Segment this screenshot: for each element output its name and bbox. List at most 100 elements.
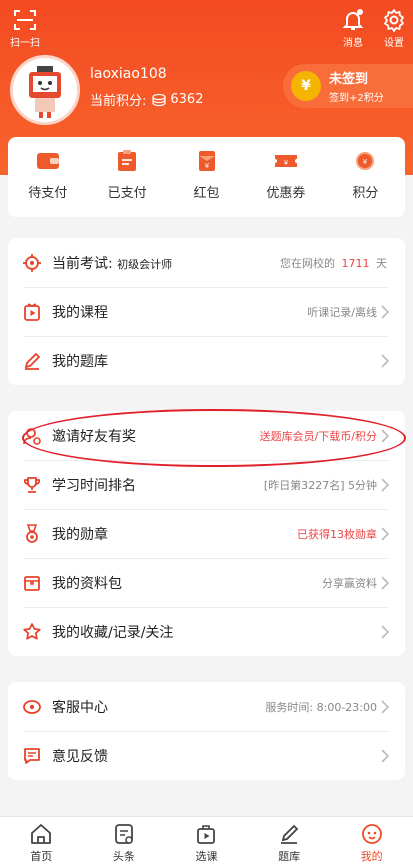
- tab-question-bank[interactable]: 题库: [248, 817, 331, 868]
- signin-title: 未签到: [329, 72, 369, 87]
- points-label: 当前积分:: [90, 94, 147, 109]
- card-study: 当前考试: 初级会计师 您在网校的 1711 天 我的课程 听课记录/离线 我的…: [8, 238, 405, 385]
- profile-face-icon: [361, 824, 382, 844]
- exam-days-unit: 天: [376, 256, 387, 270]
- star-icon: [22, 622, 42, 642]
- red-envelope-icon: ¥: [198, 151, 215, 171]
- card-support: 客服中心 服务时间: 8:00-23:00 意见反馈: [8, 682, 405, 780]
- tab-mine[interactable]: 我的: [330, 817, 413, 868]
- pencil-icon: [22, 351, 42, 371]
- tab-label: 首页: [30, 850, 53, 863]
- medal-icon: [22, 523, 42, 544]
- scan-icon: [14, 10, 36, 30]
- row-invite-friends[interactable]: 邀请好友有奖 送题库会员/下载币/积分: [8, 411, 405, 460]
- bell-icon: [342, 9, 364, 30]
- tab-label: 题库: [278, 850, 301, 863]
- coin-stack-icon: [152, 93, 166, 106]
- wallet-icon: [36, 153, 59, 169]
- row-current-exam[interactable]: 当前考试: 初级会计师 您在网校的 1711 天: [8, 238, 405, 287]
- favorites-label: 我的收藏/记录/关注: [52, 624, 174, 641]
- feedback-label: 意见反馈: [52, 748, 108, 765]
- row-my-courses[interactable]: 我的课程 听课记录/离线: [8, 287, 405, 336]
- messages-button[interactable]: 消息: [339, 8, 367, 49]
- chevron-right-icon: [381, 526, 395, 541]
- row-study-ranking[interactable]: 学习时间排名 [昨日第3227名] 5分钟: [8, 460, 405, 509]
- customer-service-sub: 服务时间: 8:00-23:00: [265, 700, 377, 714]
- tab-course-selection[interactable]: 选课: [165, 817, 248, 868]
- chevron-right-icon: [381, 699, 395, 714]
- quick-action-paid[interactable]: 已支付: [87, 137, 166, 217]
- feedback-icon: [22, 746, 42, 766]
- tab-news[interactable]: 头条: [83, 817, 166, 868]
- my-medals-sub: 已获得13枚勋章: [297, 527, 377, 541]
- avatar[interactable]: [10, 55, 80, 125]
- invite-user-icon: [22, 426, 42, 446]
- home-icon: [31, 824, 52, 844]
- tab-home[interactable]: 首页: [0, 817, 83, 868]
- quick-action-red-envelope[interactable]: ¥ 红包: [167, 137, 246, 217]
- quick-action-label: 已支付: [107, 186, 147, 201]
- row-my-question-bank[interactable]: 我的题库: [8, 336, 405, 385]
- scan-label: 扫一扫: [10, 38, 40, 49]
- messages-label: 消息: [343, 38, 363, 49]
- chevron-right-icon: [381, 353, 395, 368]
- gear-icon: [384, 9, 404, 32]
- tab-label: 头条: [112, 850, 135, 863]
- chevron-right-icon: [381, 575, 395, 590]
- current-exam-label: 当前考试:: [52, 255, 113, 272]
- my-question-bank-label: 我的题库: [52, 353, 108, 370]
- row-favorites[interactable]: 我的收藏/记录/关注: [8, 607, 405, 656]
- bottom-tab-bar: 首页 头条 选课 题库 我的: [0, 816, 413, 868]
- study-ranking-label: 学习时间排名: [52, 477, 136, 494]
- quick-action-pending-payment[interactable]: 待支付: [8, 137, 87, 217]
- quick-actions: 待支付 已支付 ¥ 红包 ¥ 优惠券 ¥ 积分: [8, 137, 405, 217]
- tab-label: 选课: [195, 850, 218, 863]
- trophy-icon: [22, 475, 42, 495]
- row-my-medals[interactable]: 我的勋章 已获得13枚勋章: [8, 509, 405, 558]
- package-icon: [22, 573, 42, 593]
- scan-button[interactable]: 扫一扫: [8, 8, 42, 49]
- my-medals-label: 我的勋章: [52, 526, 108, 543]
- customer-service-label: 客服中心: [52, 699, 108, 716]
- signin-coin-icon: ¥: [291, 71, 321, 101]
- settings-button[interactable]: 设置: [380, 8, 408, 49]
- chevron-right-icon: [381, 477, 395, 492]
- chevron-right-icon: [381, 748, 395, 763]
- news-icon: [114, 824, 133, 844]
- pen-icon: [281, 824, 299, 844]
- points-display: 当前积分: 6362: [90, 90, 203, 109]
- avatar-mascot-icon: [29, 66, 61, 118]
- quick-action-coupon[interactable]: ¥ 优惠券: [246, 137, 325, 217]
- svg-text:¥: ¥: [284, 159, 289, 167]
- username: laoxiao108: [90, 66, 167, 82]
- coupon-icon: ¥: [274, 155, 297, 167]
- current-exam-name: 初级会计师: [117, 257, 173, 271]
- quick-action-label: 红包: [193, 186, 220, 201]
- row-my-materials[interactable]: 我的资料包 分享赢资料: [8, 558, 405, 607]
- points-value: 6362: [170, 92, 204, 107]
- signin-subtitle: 签到+2积分: [329, 93, 384, 104]
- exam-days-count: 1711: [341, 256, 370, 270]
- row-feedback[interactable]: 意见反馈: [8, 731, 405, 780]
- quick-action-label: 积分: [352, 186, 379, 201]
- invite-friends-sub: 送题库会员/下载币/积分: [259, 429, 377, 443]
- quick-action-points[interactable]: ¥ 积分: [326, 137, 405, 217]
- my-courses-label: 我的课程: [52, 304, 108, 321]
- tab-label: 我的: [360, 850, 383, 863]
- quick-action-label: 待支付: [28, 186, 68, 201]
- my-materials-label: 我的资料包: [52, 575, 122, 592]
- chevron-right-icon: [381, 624, 395, 639]
- settings-label: 设置: [384, 38, 404, 49]
- chevron-right-icon: [381, 304, 395, 319]
- quick-action-label: 优惠券: [266, 186, 306, 201]
- row-customer-service[interactable]: 客服中心 服务时间: 8:00-23:00: [8, 682, 405, 731]
- clipboard-icon: [118, 150, 137, 171]
- headset-icon: [22, 697, 42, 717]
- card-rewards: 邀请好友有奖 送题库会员/下载币/积分 学习时间排名 [昨日第3227名] 5分…: [8, 411, 405, 656]
- signin-button[interactable]: ¥ 未签到 签到+2积分: [283, 64, 413, 108]
- course-bag-icon: [197, 825, 216, 844]
- my-courses-sub: 听课记录/离线: [307, 305, 377, 319]
- study-ranking-sub: [昨日第3227名] 5分钟: [263, 478, 377, 492]
- my-materials-sub: 分享赢资料: [322, 576, 377, 590]
- svg-text:¥: ¥: [204, 162, 209, 170]
